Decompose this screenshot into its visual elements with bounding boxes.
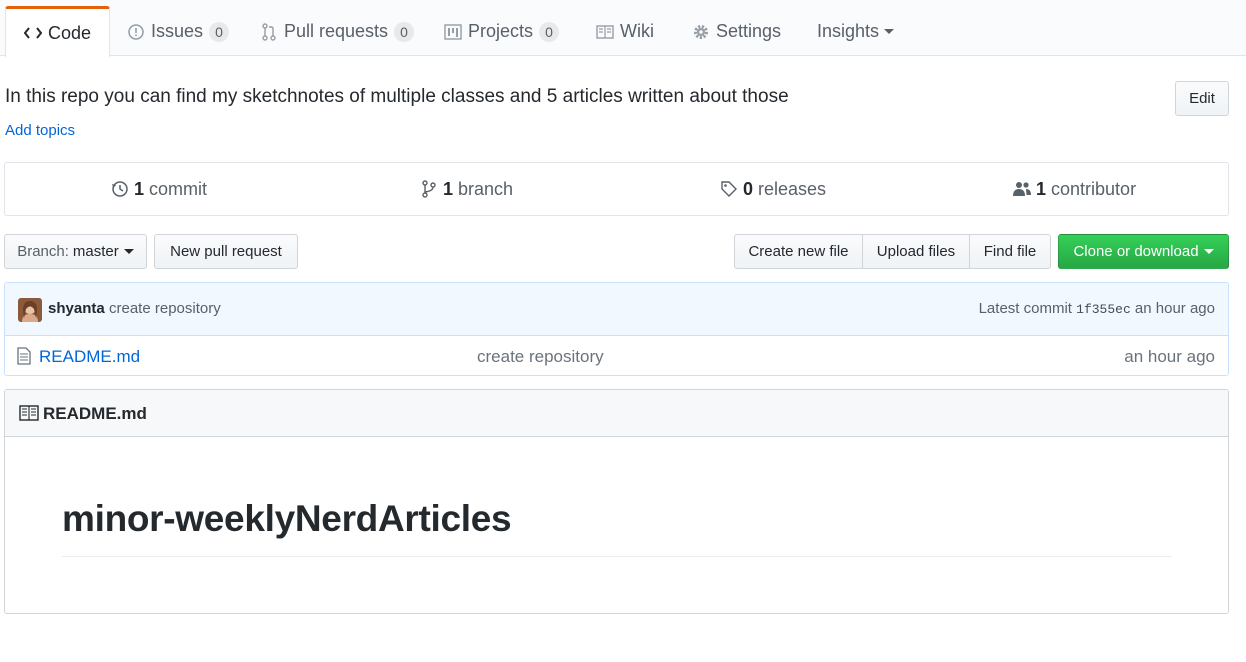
clone-label: Clone or download bbox=[1073, 243, 1199, 260]
book-icon bbox=[596, 23, 614, 41]
tag-icon bbox=[719, 179, 739, 199]
releases-link[interactable]: 0 releases bbox=[719, 163, 826, 215]
new-pull-request-button[interactable]: New pull request bbox=[154, 234, 298, 269]
file-icon bbox=[17, 347, 33, 365]
code-icon bbox=[24, 24, 42, 42]
file-commit-message[interactable]: create repository bbox=[477, 347, 604, 367]
tab-label: Settings bbox=[716, 21, 782, 41]
issues-counter: 0 bbox=[209, 21, 230, 42]
history-icon bbox=[110, 179, 130, 199]
repo-tabnav: Code Issues 0 Pull requests 0 Projects 0… bbox=[0, 0, 1246, 57]
pull-requests-counter: 0 bbox=[394, 21, 415, 42]
releases-count: 0 bbox=[743, 178, 754, 199]
chevron-down-icon bbox=[123, 249, 134, 254]
branch-select-button[interactable]: Branch: master bbox=[4, 234, 147, 269]
tab-code[interactable]: Code bbox=[5, 6, 111, 57]
commits-link[interactable]: 1 commit bbox=[110, 163, 207, 215]
table-row: README.md create repository an hour ago bbox=[5, 336, 1228, 375]
commits-count: 1 bbox=[134, 178, 145, 199]
branch-icon bbox=[419, 179, 439, 199]
commit-author[interactable]: shyanta bbox=[48, 300, 105, 317]
clone-or-download-button[interactable]: Clone or download bbox=[1058, 234, 1229, 269]
pull-request-icon bbox=[260, 22, 278, 41]
contributors-link[interactable]: 1 contributor bbox=[1012, 163, 1136, 215]
tab-insights[interactable]: Insights bbox=[817, 6, 895, 57]
readme-heading: minor-weeklyNerdArticles bbox=[62, 498, 512, 539]
releases-label: releases bbox=[758, 178, 827, 199]
book-icon bbox=[19, 405, 39, 421]
project-icon bbox=[444, 23, 462, 41]
gear-icon bbox=[692, 23, 710, 41]
tab-label: Pull requests bbox=[284, 21, 389, 41]
tab-label: Insights bbox=[817, 21, 880, 41]
tab-pull-requests[interactable]: Pull requests 0 bbox=[260, 6, 415, 57]
tab-label: Wiki bbox=[620, 21, 654, 41]
tab-settings[interactable]: Settings bbox=[692, 6, 781, 57]
commit-sha[interactable]: 1f355ec bbox=[1076, 302, 1131, 317]
tab-label: Projects bbox=[468, 21, 534, 41]
chevron-down-icon bbox=[884, 29, 895, 34]
contributors-label: contributor bbox=[1051, 178, 1137, 199]
people-icon bbox=[1012, 179, 1032, 199]
branch-label: Branch: bbox=[17, 243, 69, 260]
upload-files-button[interactable]: Upload files bbox=[862, 234, 970, 269]
readme-header: README.md bbox=[5, 390, 1228, 437]
contributors-count: 1 bbox=[1036, 178, 1047, 199]
latest-commit: Latest commit 1f355ec an hour ago bbox=[979, 300, 1215, 317]
numbers-summary: 1 commit 1 branch 0 releases 1 contribut… bbox=[4, 162, 1229, 216]
tab-issues[interactable]: Issues 0 bbox=[127, 6, 230, 57]
commits-label: commit bbox=[149, 178, 208, 199]
tab-label: Issues bbox=[151, 21, 204, 41]
create-new-file-button[interactable]: Create new file bbox=[734, 234, 863, 269]
file-name-link[interactable]: README.md bbox=[39, 347, 140, 367]
issue-icon bbox=[127, 23, 145, 41]
tab-label: Code bbox=[48, 22, 92, 43]
latest-commit-label: Latest commit bbox=[978, 300, 1072, 317]
repo-description: In this repo you can find my sketchnotes… bbox=[5, 86, 789, 107]
edit-description-button[interactable]: Edit bbox=[1175, 81, 1229, 116]
branches-label: branch bbox=[458, 178, 514, 199]
commit-age: an hour ago bbox=[1134, 300, 1215, 317]
branches-count: 1 bbox=[443, 178, 454, 199]
projects-counter: 0 bbox=[539, 21, 560, 42]
avatar[interactable] bbox=[18, 298, 42, 322]
add-topics-link[interactable]: Add topics bbox=[5, 122, 75, 139]
branches-link[interactable]: 1 branch bbox=[419, 163, 513, 215]
tab-projects[interactable]: Projects 0 bbox=[444, 6, 560, 57]
file-age: an hour ago bbox=[1124, 347, 1215, 366]
chevron-down-icon bbox=[1203, 249, 1214, 254]
file-navigation: shyanta create repository Latest commit … bbox=[4, 282, 1229, 376]
find-file-button[interactable]: Find file bbox=[969, 234, 1051, 269]
readme-divider bbox=[62, 556, 1172, 557]
readme-box: README.md minor-weeklyNerdArticles bbox=[4, 389, 1229, 614]
commit-tease: shyanta create repository Latest commit … bbox=[5, 283, 1228, 336]
tab-wiki[interactable]: Wiki bbox=[596, 6, 654, 57]
branch-value: master bbox=[72, 243, 119, 260]
readme-title: README.md bbox=[43, 404, 147, 423]
commit-message[interactable]: create repository bbox=[109, 300, 221, 317]
